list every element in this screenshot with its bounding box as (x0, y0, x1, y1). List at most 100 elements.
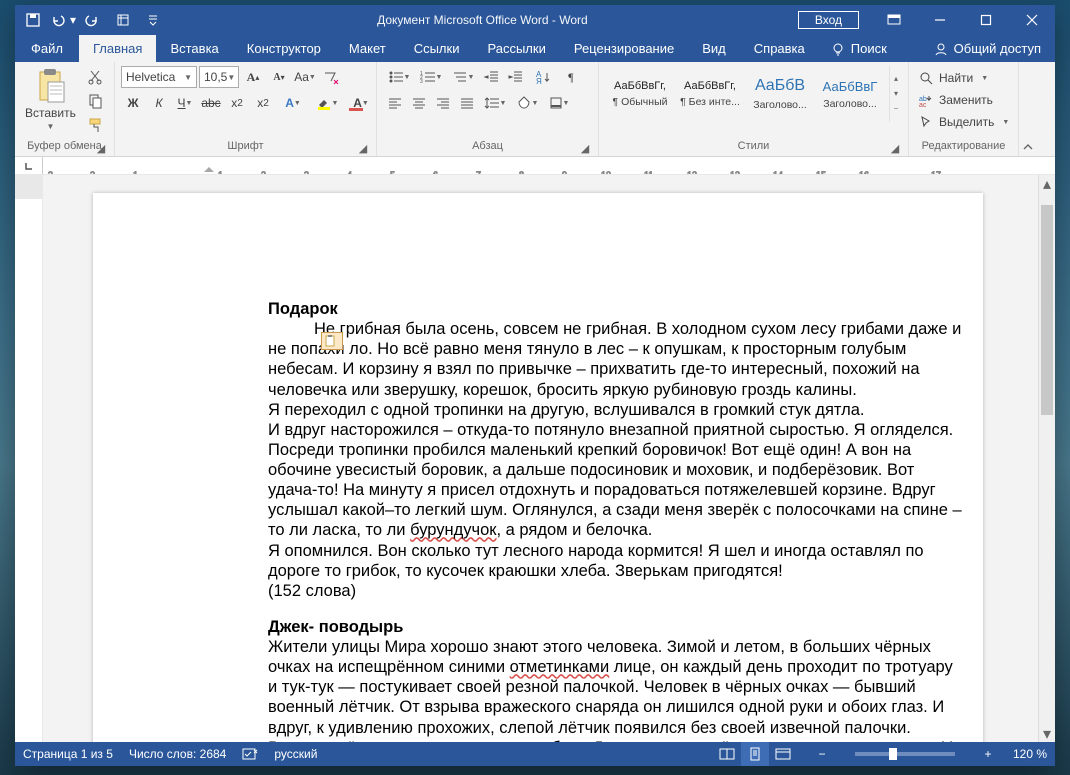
group-editing-label: Редактирование (922, 140, 1006, 152)
justify-button[interactable] (455, 92, 479, 114)
superscript-button[interactable]: x2 (251, 92, 275, 114)
heading-1: Подарок (268, 299, 963, 319)
tab-selector[interactable] (15, 157, 43, 174)
close-button[interactable] (1009, 5, 1055, 35)
bold-button[interactable]: Ж (121, 92, 145, 114)
tab-insert[interactable]: Вставка (156, 35, 232, 62)
tellme-search[interactable]: Поиск (819, 35, 899, 62)
maximize-button[interactable] (963, 5, 1009, 35)
tab-design[interactable]: Конструктор (233, 35, 335, 62)
sort-button[interactable]: AЯ (527, 66, 559, 88)
style-3[interactable]: АаБбВвГЗаголово... (815, 66, 885, 122)
ribbon: Вставить ▼ Буфер обмена◢ Helvetica▼ 10,5… (15, 62, 1055, 157)
zoom-in-button[interactable]: + (979, 747, 997, 761)
borders-button[interactable]: ▼ (543, 92, 575, 114)
tab-view[interactable]: Вид (688, 35, 740, 62)
paragraph-launcher[interactable]: ◢ (578, 141, 592, 155)
spellcheck-button[interactable] (242, 747, 258, 761)
paste-options-button[interactable] (321, 332, 343, 350)
redo-button[interactable] (79, 6, 107, 34)
save-button[interactable] (19, 6, 47, 34)
style-0[interactable]: АаБбВвГг,¶ Обычный (605, 66, 675, 122)
paste-button[interactable]: Вставить ▼ (21, 66, 80, 133)
language-indicator[interactable]: русский (274, 747, 317, 761)
qat-customize[interactable] (139, 6, 167, 34)
highlight-button[interactable]: ▼ (311, 92, 343, 114)
minimize-button[interactable] (917, 5, 963, 35)
replace-button[interactable]: abacЗаменить (915, 90, 1013, 110)
change-case-button[interactable]: Aa▼ (293, 66, 317, 88)
subscript-button[interactable]: x2 (225, 92, 249, 114)
titlebar: ▾ Документ Microsoft Office Word - Word … (15, 5, 1055, 35)
text-effects-button[interactable]: A▼ (277, 92, 309, 114)
page-indicator[interactable]: Страница 1 из 5 (23, 747, 113, 761)
word-count[interactable]: Число слов: 2684 (129, 747, 226, 761)
shading-button[interactable]: ▼ (511, 92, 543, 114)
shrink-font-button[interactable]: A▾ (267, 66, 291, 88)
tab-help[interactable]: Справка (740, 35, 819, 62)
align-left-button[interactable] (383, 92, 407, 114)
scrollbar-thumb[interactable] (1041, 205, 1053, 415)
styles-more-button[interactable]: ▴▾⎯ (889, 66, 902, 122)
multilevel-list-button[interactable]: ▼ (447, 66, 479, 88)
copy-button[interactable] (84, 90, 106, 112)
underline-button[interactable]: Ч▼ (173, 92, 197, 114)
find-button[interactable]: Найти▼ (915, 68, 1013, 88)
undo-button[interactable]: ▾ (49, 6, 77, 34)
tab-layout[interactable]: Макет (335, 35, 400, 62)
body-text: Жители улицы Мира хорошо знают этого чел… (268, 637, 963, 742)
page[interactable]: Подарок Не грибная была осень, совсем не… (93, 193, 983, 742)
font-name-combo[interactable]: Helvetica▼ (121, 66, 197, 88)
cut-button[interactable] (84, 66, 106, 88)
tab-home[interactable]: Главная (79, 35, 156, 62)
select-button[interactable]: Выделить▼ (915, 112, 1013, 132)
show-marks-button[interactable]: ¶ (559, 66, 583, 88)
svg-text:Я: Я (536, 77, 542, 84)
font-color-button[interactable]: A▼ (345, 92, 377, 114)
increase-indent-button[interactable] (503, 66, 527, 88)
grow-font-button[interactable]: A▴ (241, 66, 265, 88)
share-button[interactable]: Общий доступ (920, 35, 1055, 62)
qat-item[interactable] (109, 6, 137, 34)
style-2[interactable]: АаБбВЗаголово... (745, 66, 815, 122)
align-center-button[interactable] (407, 92, 431, 114)
collapse-ribbon-button[interactable] (1019, 62, 1037, 156)
zoom-slider[interactable] (855, 752, 955, 756)
clear-formatting-button[interactable] (319, 66, 343, 88)
tab-review[interactable]: Рецензирование (560, 35, 688, 62)
italic-button[interactable]: К (147, 92, 171, 114)
vertical-ruler[interactable] (15, 175, 43, 742)
login-button[interactable]: Вход (798, 11, 859, 29)
document-scroll[interactable]: Подарок Не грибная была осень, совсем не… (43, 175, 1038, 742)
clipboard-launcher[interactable]: ◢ (94, 141, 108, 155)
statusbar: Страница 1 из 5 Число слов: 2684 русский… (15, 742, 1055, 766)
font-size-combo[interactable]: 10,5▼ (199, 66, 239, 88)
strikethrough-button[interactable]: abc (199, 92, 223, 114)
tab-file[interactable]: Файл (15, 35, 79, 62)
body-text: (152 слова) (268, 581, 963, 601)
print-layout-button[interactable] (741, 742, 769, 766)
read-mode-button[interactable] (713, 742, 741, 766)
zoom-out-button[interactable]: − (813, 747, 831, 761)
styles-launcher[interactable]: ◢ (888, 141, 902, 155)
line-spacing-button[interactable]: ▼ (479, 92, 511, 114)
ribbon-display-options[interactable] (871, 5, 917, 35)
bullets-button[interactable]: ▼ (383, 66, 415, 88)
scroll-up-button[interactable]: ▴ (1039, 175, 1055, 192)
tab-references[interactable]: Ссылки (400, 35, 474, 62)
heading-2: Джек- поводырь (268, 617, 963, 637)
web-layout-button[interactable] (769, 742, 797, 766)
zoom-level[interactable]: 120 % (1013, 747, 1047, 761)
scroll-down-button[interactable]: ▾ (1039, 725, 1055, 742)
vertical-scrollbar[interactable]: ▴ ▾ (1038, 175, 1055, 742)
spelling-error: отметинками (510, 658, 610, 676)
format-painter-button[interactable] (84, 114, 106, 136)
style-1[interactable]: АаБбВвГг,¶ Без инте... (675, 66, 745, 122)
align-right-button[interactable] (431, 92, 455, 114)
decrease-indent-button[interactable] (479, 66, 503, 88)
horizontal-ruler[interactable]: 321 1234 5678 9101112 13141516 17 (15, 157, 1055, 175)
numbering-button[interactable]: 123▼ (415, 66, 447, 88)
tab-mailings[interactable]: Рассылки (473, 35, 559, 62)
paste-label: Вставить (25, 106, 76, 120)
font-launcher[interactable]: ◢ (356, 141, 370, 155)
